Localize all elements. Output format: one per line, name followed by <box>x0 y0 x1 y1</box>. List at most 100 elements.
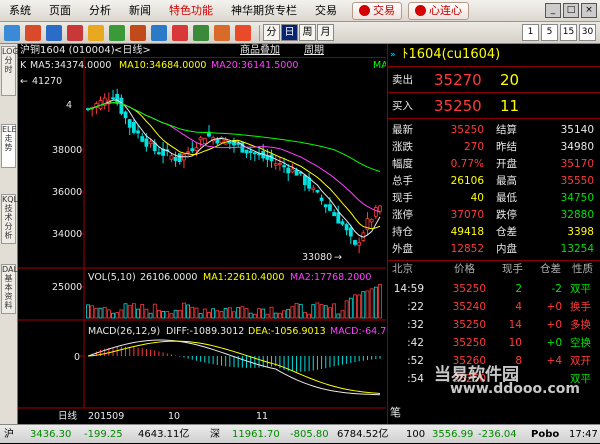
candle-body <box>244 149 249 154</box>
trade-icon[interactable] <box>130 24 146 41</box>
prev-arrow-icon[interactable]: » <box>390 46 396 64</box>
candle-body <box>353 240 357 245</box>
left-rail: LOG 分时 ELE 走势 KQL 技术分析 DAL 基本资料 <box>0 44 19 424</box>
index-sh-change: -199.25 <box>84 429 123 440</box>
quote-row: 涨停 37070 跌停 32880 <box>392 209 594 221</box>
period-1-button[interactable]: 1 <box>522 24 539 41</box>
vol-label: VOL(5,10) <box>88 272 136 283</box>
chart-header: 沪铜1604 (010004) <日线> 商品叠加 周期 <box>18 44 386 58</box>
candle-body <box>344 224 349 231</box>
quote-row: 现手 40 最低 34750 <box>392 192 594 204</box>
period-label: <日线> <box>114 45 151 56</box>
tick-row: :22 35240 4 +0 换手 <box>407 301 591 313</box>
candle-body <box>227 141 232 144</box>
candle-body <box>157 152 161 155</box>
candle-body <box>173 156 178 161</box>
rail-tab-log[interactable]: LOG 分时 <box>1 46 19 96</box>
ask-label: 卖出 <box>392 74 413 86</box>
candle-body <box>378 205 382 212</box>
candle-body <box>303 175 307 186</box>
rail-tab-ele[interactable]: ELE 走势 <box>1 124 17 168</box>
vol-tick: 25000 <box>52 282 82 293</box>
candle-body <box>323 204 328 208</box>
candle-body <box>194 147 199 151</box>
quote-row: 最新 35250 结算 35140 <box>392 124 594 136</box>
period-15-button[interactable]: 15 <box>560 24 577 41</box>
period-day-button[interactable]: 日 <box>281 24 298 41</box>
fire-icon[interactable] <box>235 24 251 41</box>
date-10: 10 <box>168 411 180 422</box>
menu-system[interactable]: 系统 <box>0 0 40 22</box>
ytick-38000: 38000 <box>52 145 82 156</box>
date-11: 11 <box>256 411 268 422</box>
candle-body <box>294 169 299 176</box>
heart-button[interactable]: 心连心 <box>408 1 469 20</box>
menu-column[interactable]: 神华期货专栏 <box>222 0 306 22</box>
minimize-button[interactable]: _ <box>545 3 561 18</box>
macd-dea: DEA:-1056.9013 <box>248 326 326 337</box>
period-week-button[interactable]: 周 <box>299 24 316 41</box>
vol-ma1: MA1:22610.4000 <box>203 272 284 283</box>
news-icon[interactable] <box>109 24 125 41</box>
bid-label: 买入 <box>392 100 413 112</box>
candle-body <box>144 138 149 147</box>
candle-body <box>357 242 362 246</box>
rail-tab-dal[interactable]: DAL 基本资料 <box>1 264 18 314</box>
candle-body <box>282 165 286 168</box>
period-5-button[interactable]: 5 <box>541 24 558 41</box>
candle-body <box>123 111 128 119</box>
help-icon[interactable] <box>214 24 230 41</box>
close-button[interactable]: × <box>581 3 597 18</box>
candle-body <box>319 197 324 201</box>
tick-row: :32 35250 14 +0 多换 <box>407 319 591 331</box>
ytick-34000: 34000 <box>52 229 82 240</box>
menu-news[interactable]: 新闻 <box>120 0 160 22</box>
stock-icon[interactable] <box>67 24 83 41</box>
alert-icon[interactable] <box>172 24 188 41</box>
candle-body <box>190 148 195 152</box>
period-30-button[interactable]: 30 <box>579 24 596 41</box>
symbol-label: 沪铜1604 (010004) <box>20 45 115 56</box>
period-minute-button[interactable]: 分 <box>263 24 280 41</box>
tick-footer: 笔 <box>390 406 401 419</box>
ma60-label: MA6 <box>373 60 386 71</box>
tick-row: 14:59 35250 2 -2 双平 <box>393 283 591 295</box>
candle-body <box>336 212 341 224</box>
overlay-button[interactable]: 商品叠加 <box>240 44 280 58</box>
ask-price: 35270 <box>434 71 482 89</box>
menu-features[interactable]: 特色功能 <box>160 0 222 22</box>
candle-body <box>131 121 136 133</box>
toolbar: 分 日 周 月 1 5 15 30 <box>0 22 600 44</box>
candle-body <box>111 97 115 100</box>
maximize-button[interactable]: □ <box>563 3 579 18</box>
rail-tab-kql[interactable]: KQL 技术分析 <box>1 194 18 244</box>
index-sz-value: 11961.70 <box>232 429 280 440</box>
kline-chart[interactable]: K MA5:34374.0000 MA10:34684.0000 MA20:36… <box>18 58 386 424</box>
tools-icon[interactable] <box>193 24 209 41</box>
home-icon[interactable] <box>25 24 41 41</box>
candle-body <box>252 152 257 155</box>
candle-body <box>290 168 295 173</box>
menu-analysis[interactable]: 分析 <box>80 0 120 22</box>
status-bar: 沪 3436.30 -199.25 4643.11亿 深 11961.70 -8… <box>0 424 600 443</box>
quote-row: 外盘 12852 内盘 13254 <box>392 243 594 255</box>
chart-icon[interactable] <box>88 24 104 41</box>
menu-page[interactable]: 页面 <box>40 0 80 22</box>
back-icon[interactable] <box>4 24 20 41</box>
pobo-logo: Pobo <box>531 429 560 440</box>
menu-trade[interactable]: 交易 <box>306 0 346 22</box>
trade-button[interactable]: 交易 <box>352 1 402 20</box>
candle-body <box>177 153 182 162</box>
monitor-icon[interactable] <box>46 24 62 41</box>
info-icon[interactable] <box>151 24 167 41</box>
index-3-change: -236.04 <box>478 429 517 440</box>
candle-body <box>198 137 203 141</box>
cycle-button[interactable]: 周期 <box>304 44 324 58</box>
period-month-button[interactable]: 月 <box>317 24 334 41</box>
contract-title: ﾄ1604(cu1604) <box>402 47 501 62</box>
index-sh-name: 沪 <box>4 429 14 440</box>
candle-body <box>328 204 332 211</box>
quote-panel: » ﾄ1604(cu1604) 卖出 35270 20 买入 35250 11 … <box>387 44 600 424</box>
candle-body <box>277 163 282 165</box>
ma10-label: MA10:34684.0000 <box>119 60 206 71</box>
